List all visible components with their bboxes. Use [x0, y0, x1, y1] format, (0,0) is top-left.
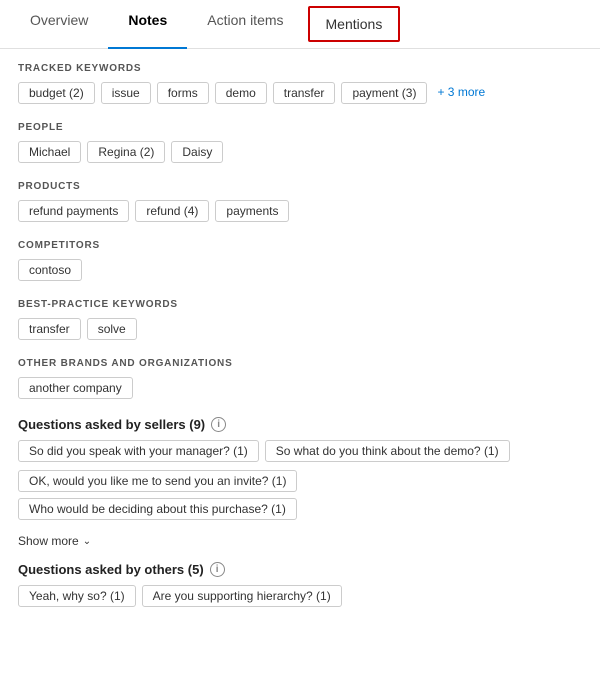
question-tag-purchase[interactable]: Who would be deciding about this purchas… [18, 498, 297, 520]
tag-forms[interactable]: forms [157, 82, 209, 104]
question-tag-why[interactable]: Yeah, why so? (1) [18, 585, 136, 607]
tag-transfer-bp[interactable]: transfer [18, 318, 81, 340]
tab-notes[interactable]: Notes [108, 0, 187, 48]
tag-refund-payments[interactable]: refund payments [18, 200, 129, 222]
section-title-people: PEOPLE [18, 122, 582, 133]
tag-transfer[interactable]: transfer [273, 82, 336, 104]
best-practice-tags: transfer solve [18, 318, 582, 340]
section-questions-others: Questions asked by others (5) i Yeah, wh… [18, 562, 582, 607]
tab-mentions[interactable]: Mentions [308, 6, 401, 42]
tab-overview[interactable]: Overview [10, 0, 108, 48]
competitors-tags: contoso [18, 259, 582, 281]
section-title-best-practice: BEST-PRACTICE KEYWORDS [18, 299, 582, 310]
people-tags: Michael Regina (2) Daisy [18, 141, 582, 163]
info-icon-sellers[interactable]: i [211, 417, 226, 432]
section-title-competitors: COMPETITORS [18, 240, 582, 251]
question-tag-manager[interactable]: So did you speak with your manager? (1) [18, 440, 259, 462]
question-tag-invite[interactable]: OK, would you like me to send you an inv… [18, 470, 297, 492]
info-icon-others[interactable]: i [210, 562, 225, 577]
tag-solve[interactable]: solve [87, 318, 137, 340]
section-products: PRODUCTS refund payments refund (4) paym… [18, 181, 582, 222]
tag-demo[interactable]: demo [215, 82, 267, 104]
tag-contoso[interactable]: contoso [18, 259, 82, 281]
tag-refund[interactable]: refund (4) [135, 200, 209, 222]
section-competitors: COMPETITORS contoso [18, 240, 582, 281]
section-title-products: PRODUCTS [18, 181, 582, 192]
section-title-other-brands: OTHER BRANDS AND ORGANIZATIONS [18, 358, 582, 369]
content-area: TRACKED KEYWORDS budget (2) issue forms … [0, 49, 600, 635]
more-keywords-link[interactable]: + 3 more [433, 82, 489, 104]
show-more-button[interactable]: Show more ⌄ [18, 534, 582, 548]
tag-regina[interactable]: Regina (2) [87, 141, 165, 163]
tab-bar: Overview Notes Action items Mentions [0, 0, 600, 49]
question-tag-hierarchy[interactable]: Are you supporting hierarchy? (1) [142, 585, 342, 607]
section-best-practice: BEST-PRACTICE KEYWORDS transfer solve [18, 299, 582, 340]
tag-budget[interactable]: budget (2) [18, 82, 95, 104]
section-other-brands: OTHER BRANDS AND ORGANIZATIONS another c… [18, 358, 582, 399]
question-tag-demo[interactable]: So what do you think about the demo? (1) [265, 440, 510, 462]
tag-issue[interactable]: issue [101, 82, 151, 104]
tag-michael[interactable]: Michael [18, 141, 81, 163]
section-title-tracked-keywords: TRACKED KEYWORDS [18, 63, 582, 74]
questions-others-header: Questions asked by others (5) i [18, 562, 582, 577]
sellers-question-tags: So did you speak with your manager? (1) … [18, 440, 582, 462]
questions-sellers-header: Questions asked by sellers (9) i [18, 417, 582, 432]
other-brands-tags: another company [18, 377, 582, 399]
others-question-tags: Yeah, why so? (1) Are you supporting hie… [18, 585, 582, 607]
tracked-keywords-tags: budget (2) issue forms demo transfer pay… [18, 82, 582, 104]
chevron-down-icon: ⌄ [83, 536, 91, 547]
section-people: PEOPLE Michael Regina (2) Daisy [18, 122, 582, 163]
tab-action-items[interactable]: Action items [187, 0, 303, 48]
tag-daisy[interactable]: Daisy [171, 141, 223, 163]
sellers-question-tags-2: OK, would you like me to send you an inv… [18, 470, 582, 520]
section-questions-sellers: Questions asked by sellers (9) i So did … [18, 417, 582, 520]
products-tags: refund payments refund (4) payments [18, 200, 582, 222]
section-tracked-keywords: TRACKED KEYWORDS budget (2) issue forms … [18, 63, 582, 104]
tag-payments[interactable]: payments [215, 200, 289, 222]
tag-another-company[interactable]: another company [18, 377, 133, 399]
tag-payment[interactable]: payment (3) [341, 82, 427, 104]
